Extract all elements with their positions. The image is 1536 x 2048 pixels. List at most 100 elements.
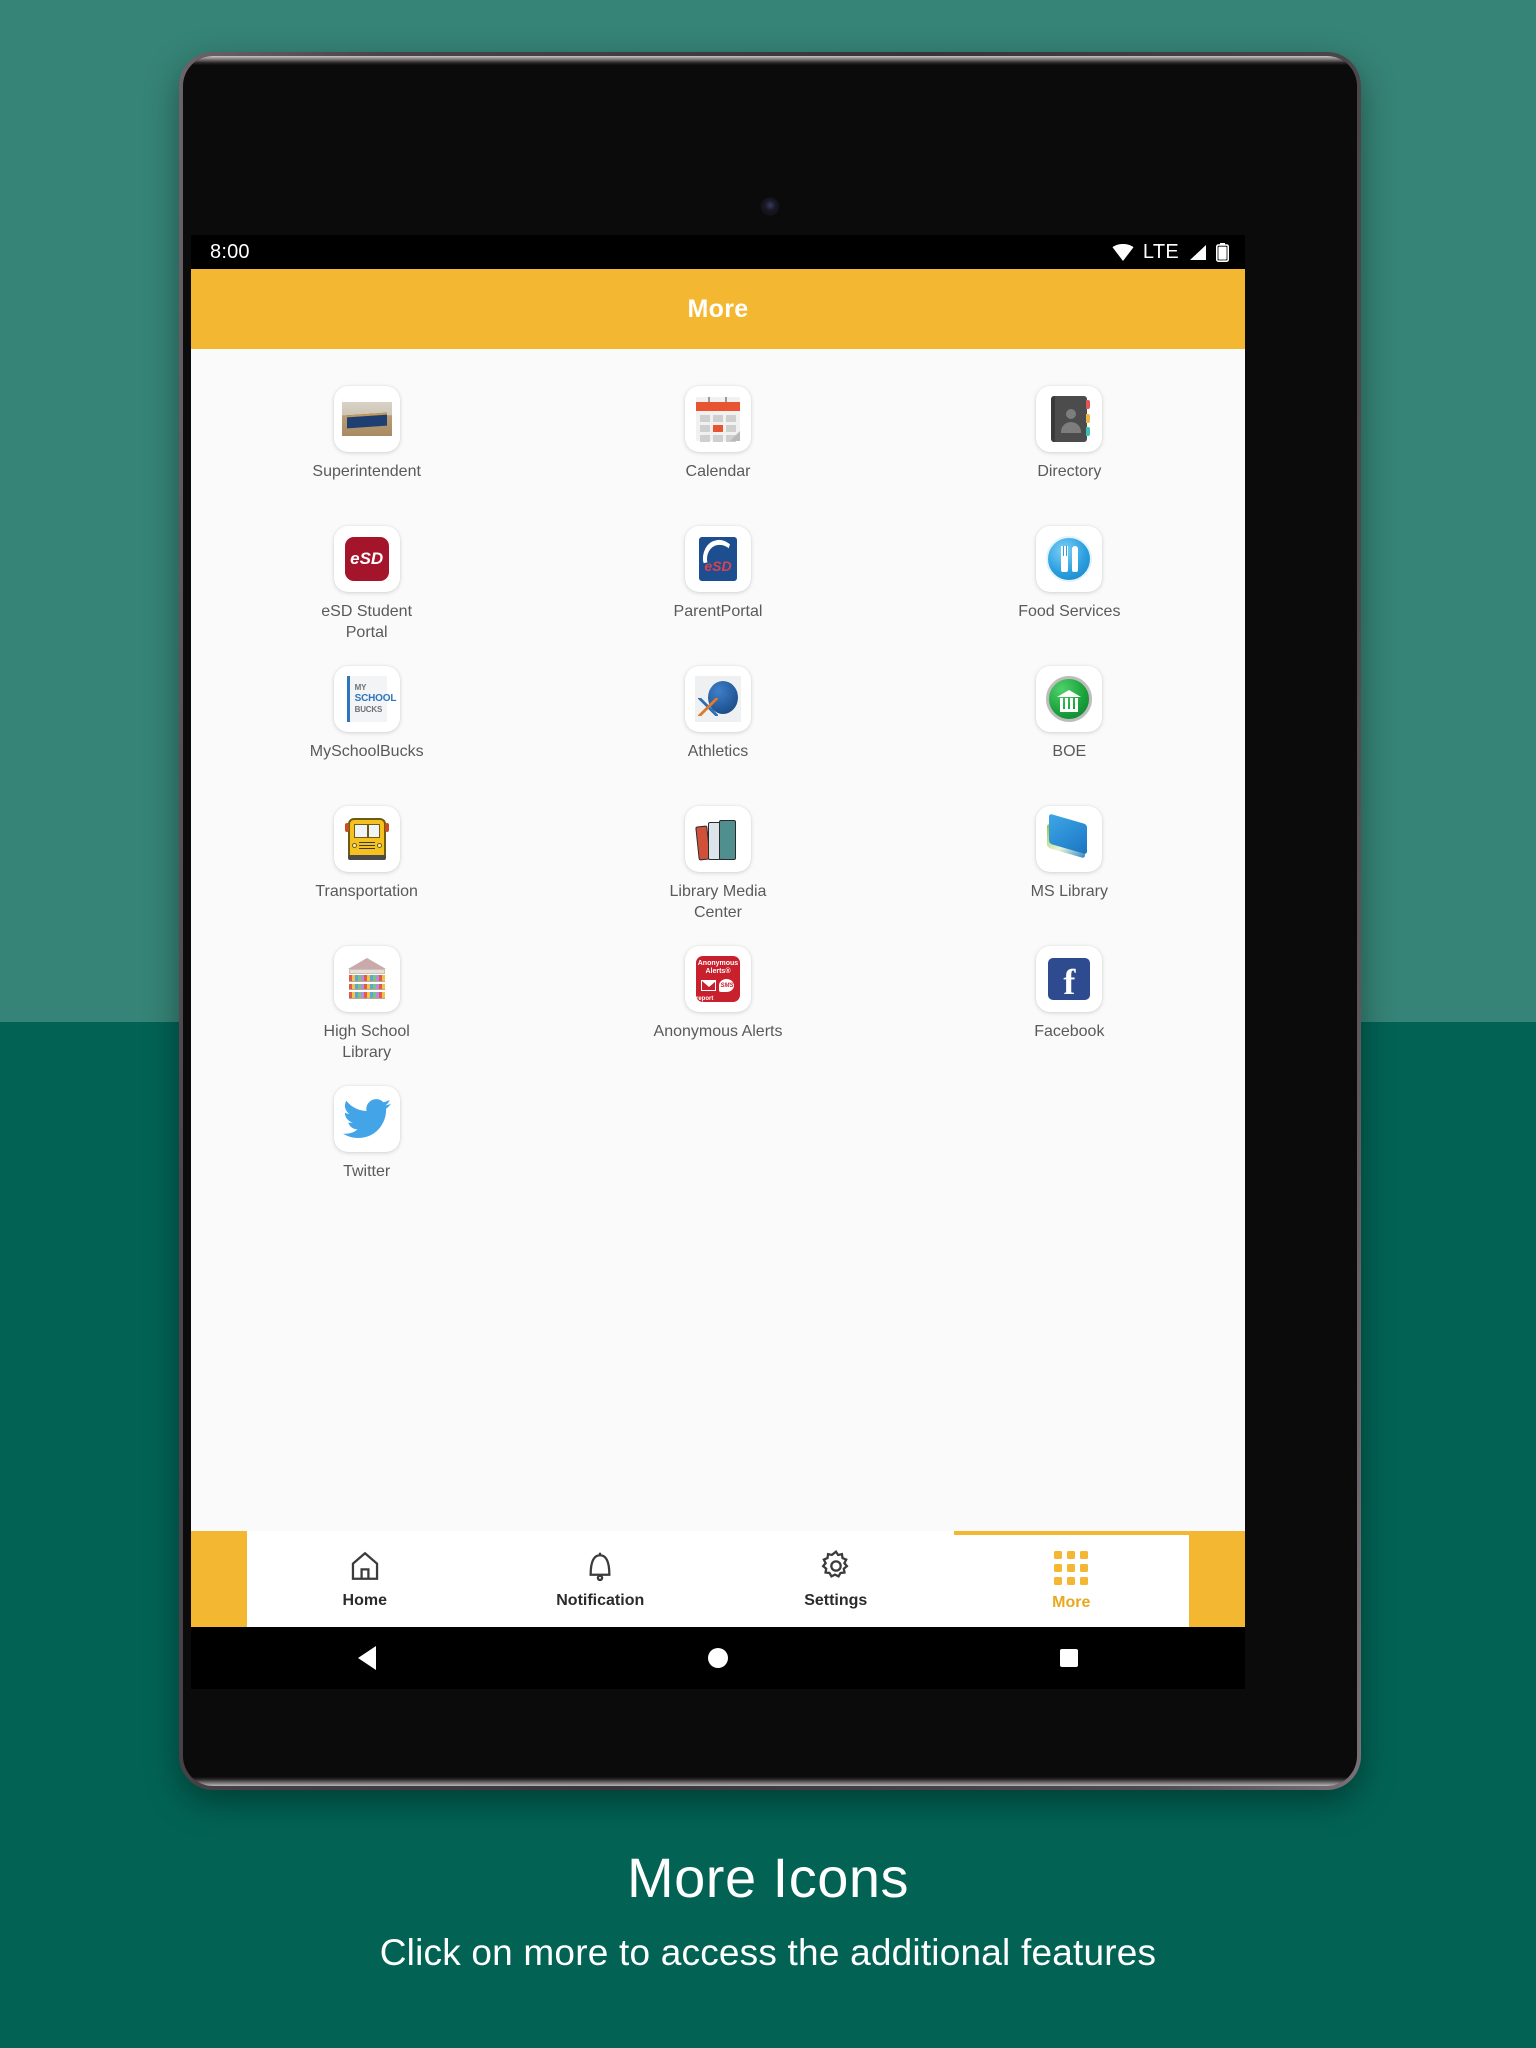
app-header: More: [191, 269, 1245, 349]
grid-item-label: BOE: [1052, 743, 1087, 760]
tablet-screen: 8:00 LTE More Superintendent Calendar Di…: [191, 235, 1245, 1627]
recents-square-icon[interactable]: [1014, 1627, 1124, 1689]
tablet-device-frame: 8:00 LTE More Superintendent Calendar Di…: [179, 52, 1361, 1790]
signal-icon: [1188, 244, 1207, 261]
grid-item-high-school-library[interactable]: High School Library: [191, 937, 542, 1077]
ms-library-icon: [1044, 813, 1094, 864]
grid-item-directory[interactable]: Directory: [894, 377, 1245, 517]
grid-item-label: Anonymous Alerts: [653, 1023, 783, 1040]
grid-item-label: Facebook: [1034, 1023, 1105, 1040]
home-circle-icon[interactable]: [663, 1627, 773, 1689]
grid-item-ms-library[interactable]: MS Library: [894, 797, 1245, 937]
app-tile: [1036, 806, 1103, 872]
grid-item-twitter[interactable]: Twitter: [191, 1077, 542, 1217]
myschoolbucks-icon: MY SCHOOL BUCKS: [342, 674, 396, 724]
esd-student-portal-icon: eSD: [342, 534, 392, 584]
grid-item-label: Twitter: [343, 1163, 391, 1180]
superintendent-icon: [341, 394, 392, 444]
grid-item-label: High School Library: [323, 1023, 410, 1062]
grid-icon: [1054, 1550, 1089, 1585]
alerts-icon-title: Anonymous Alerts®: [697, 960, 739, 976]
grid-item-food-services[interactable]: Food Services: [894, 517, 1245, 657]
caption-title: More Icons: [627, 1846, 909, 1909]
tab-notification[interactable]: Notification: [483, 1531, 719, 1627]
grid-item-athletics[interactable]: Athletics: [542, 657, 893, 797]
grid-item-calendar[interactable]: Calendar: [542, 377, 893, 517]
grid-item-boe[interactable]: BOE: [894, 657, 1245, 797]
app-tile: [333, 386, 400, 452]
app-tile: MY SCHOOL BUCKS: [333, 666, 400, 732]
front-camera-icon: [762, 199, 778, 214]
parent-portal-icon: eSD: [693, 534, 743, 584]
tab-settings[interactable]: Settings: [718, 1531, 954, 1627]
app-tile: [684, 666, 751, 732]
food-services-icon: [1044, 534, 1094, 584]
back-triangle-icon[interactable]: [312, 1627, 422, 1689]
anonymous-alerts-icon: Anonymous Alerts® SMS report incidents: [693, 954, 743, 1004]
transportation-icon: [342, 814, 392, 864]
grid-item-label: eSD Student Portal: [321, 603, 413, 642]
lte-label: LTE: [1142, 240, 1179, 263]
tab-label: Settings: [804, 1591, 868, 1609]
parent-portal-icon-text: eSD: [704, 558, 732, 574]
grid-item-label: Food Services: [1018, 603, 1121, 620]
app-tile: [1036, 666, 1103, 732]
app-tile: [1036, 386, 1103, 452]
grid-item-facebook[interactable]: f Facebook: [894, 937, 1245, 1077]
sms-badge: SMS: [719, 979, 735, 993]
tab-label: Home: [342, 1591, 387, 1609]
tab-label: Notification: [556, 1591, 645, 1609]
caption-subtitle: Click on more to access the additional f…: [379, 1932, 1157, 1973]
directory-icon: [1044, 394, 1094, 444]
status-bar-clock: 8:00: [210, 240, 250, 263]
envelope-icon: [701, 980, 717, 992]
msb-line-1: MY: [354, 682, 367, 692]
app-tile: [684, 806, 751, 872]
app-tile: [1036, 526, 1103, 592]
grid-item-label: Directory: [1037, 463, 1102, 480]
grid-item-label: MS Library: [1030, 883, 1108, 900]
grid-item-myschoolbucks[interactable]: MY SCHOOL BUCKS MySchoolBucks: [191, 657, 542, 797]
app-tile: [333, 806, 400, 872]
athletics-icon: [693, 674, 743, 724]
facebook-icon: f: [1044, 954, 1094, 1004]
grid-item-transportation[interactable]: Transportation: [191, 797, 542, 937]
bezel-bottom-edge: [183, 1777, 1357, 1786]
app-tile: eSD: [684, 526, 751, 592]
status-bar: 8:00 LTE: [191, 235, 1245, 269]
grid-item-label: ParentPortal: [673, 603, 763, 620]
app-tile: [333, 946, 400, 1012]
app-icon-grid: Superintendent Calendar Directory eSD eS…: [191, 349, 1245, 1217]
android-navigation-bar: [191, 1627, 1245, 1689]
wifi-icon: [1112, 243, 1134, 261]
alerts-icon-footer: report incidents: [695, 996, 714, 1002]
grid-item-label: Calendar: [685, 463, 751, 480]
tab-bar-items: Home Notification Settings More: [247, 1531, 1189, 1627]
boe-icon: [1044, 674, 1094, 724]
grid-item-library-media-center[interactable]: Library Media Center: [542, 797, 893, 937]
app-tile: Anonymous Alerts® SMS report incidents: [684, 946, 751, 1012]
grid-item-label: Transportation: [315, 883, 418, 900]
bottom-tab-bar: Home Notification Settings More: [191, 1531, 1245, 1627]
gear-icon: [819, 1549, 853, 1583]
bell-icon: [583, 1549, 617, 1583]
tab-label: More: [1052, 1593, 1091, 1611]
bezel-top-edge: [183, 56, 1357, 65]
grid-item-superintendent[interactable]: Superintendent: [191, 377, 542, 517]
twitter-icon: [342, 1094, 392, 1144]
grid-item-parent-portal[interactable]: eSD ParentPortal: [542, 517, 893, 657]
tab-more[interactable]: More: [953, 1531, 1189, 1627]
app-tile: [684, 386, 751, 452]
esd-icon-text: eSD: [344, 537, 389, 581]
battery-icon: [1216, 242, 1229, 262]
grid-item-esd-student-portal[interactable]: eSD eSD Student Portal: [191, 517, 542, 657]
grid-item-label: Athletics: [687, 743, 749, 760]
msb-line-3: BUCKS: [354, 705, 383, 715]
page-title: More: [687, 294, 749, 323]
grid-item-anonymous-alerts[interactable]: Anonymous Alerts® SMS report incidents A…: [542, 937, 893, 1077]
caption-block: More Icons Click on more to access the a…: [0, 1845, 1536, 1974]
tab-home[interactable]: Home: [247, 1531, 483, 1627]
grid-item-label: MySchoolBucks: [309, 743, 424, 760]
app-tile: eSD: [333, 526, 400, 592]
app-content-area: Superintendent Calendar Directory eSD eS…: [191, 349, 1245, 1531]
